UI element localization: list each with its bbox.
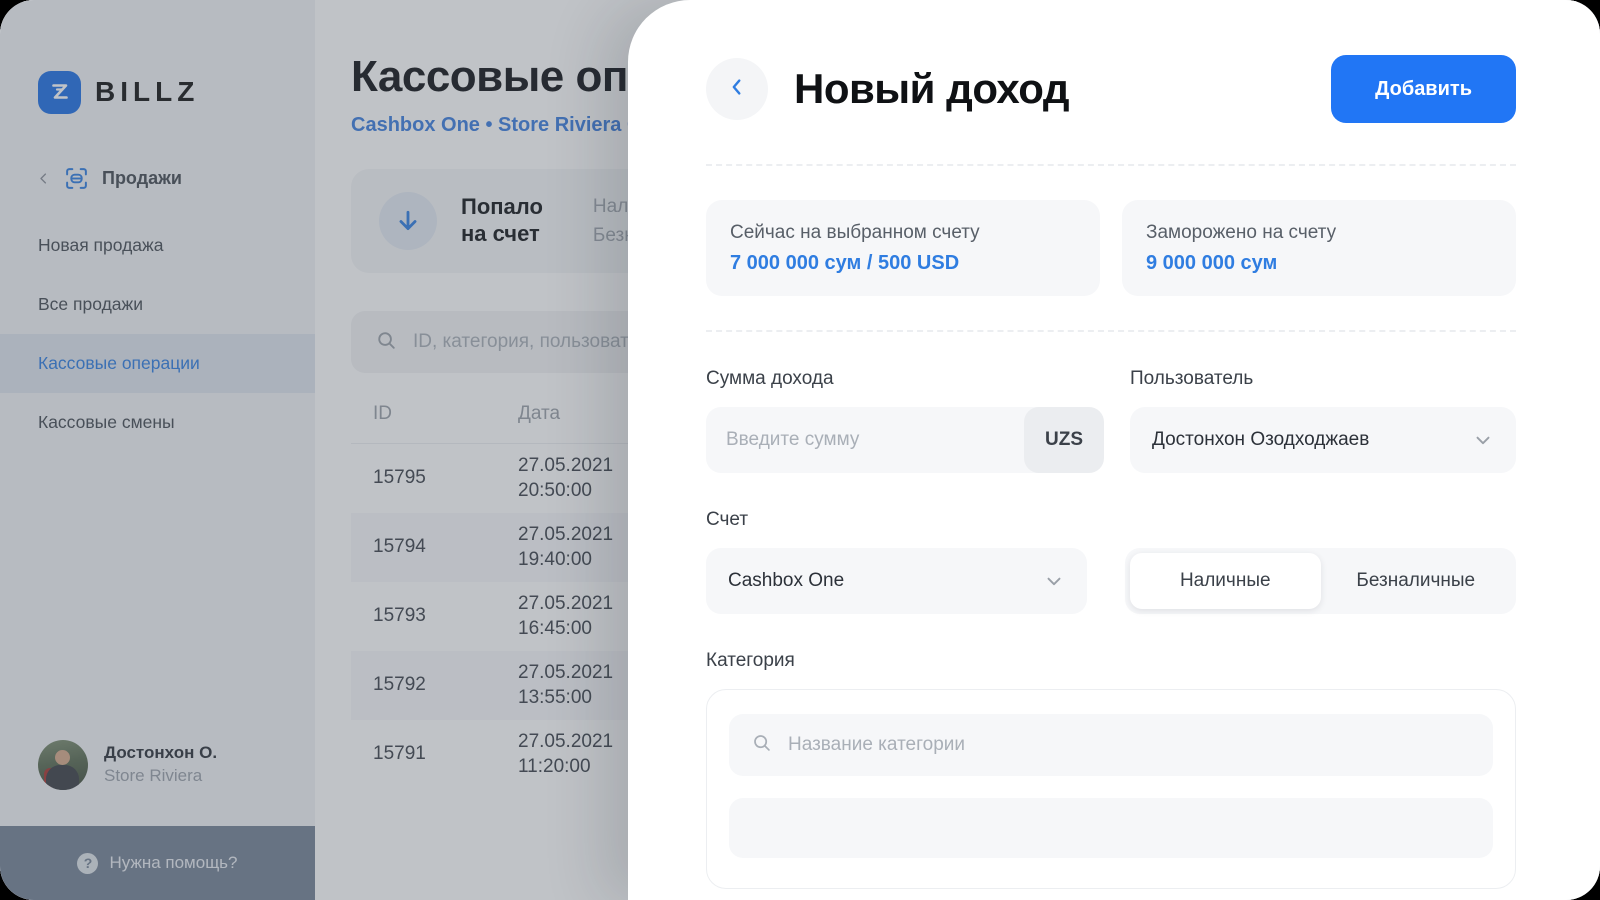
cell-date-time: 16:45:00 (518, 617, 592, 639)
search-placeholder: ID, категория, пользователь (413, 331, 660, 352)
payment-type-cashless[interactable]: Безналичные (1321, 553, 1512, 609)
search-icon (375, 329, 397, 356)
category-label: Категория (706, 649, 795, 671)
cell-date-time: 20:50:00 (518, 479, 592, 501)
cell-id: 15794 (373, 536, 426, 558)
summary-card-title-line1: Попало (461, 194, 543, 220)
brand-logo[interactable]: BILLZ (0, 0, 315, 130)
sidebar-group-label: Продажи (102, 167, 182, 188)
amount-input[interactable] (726, 406, 1072, 473)
cell-date-time: 13:55:00 (518, 686, 592, 708)
cell-date-day: 27.05.2021 (518, 593, 614, 615)
chevron-left-icon (726, 76, 748, 103)
sidebar-item-all-sales[interactable]: Все продажи (0, 275, 315, 334)
panel-title: Новый доход (794, 65, 1070, 112)
user-select-value: Достонхон Озодходжаев (1152, 428, 1370, 450)
sidebar-item-label: Кассовые операции (38, 353, 200, 373)
user-store: Store Riviera (104, 766, 203, 785)
chevron-down-icon (1043, 570, 1065, 592)
account-label: Счет (706, 508, 749, 530)
avatar-detail (46, 765, 79, 790)
divider-top (706, 164, 1516, 166)
field-amount: Сумма дохода UZS (706, 367, 1104, 473)
cell-date-time: 11:20:00 (518, 755, 591, 777)
question-mark-icon: ? (77, 852, 99, 874)
summary-card-title-line2: на счет (461, 221, 540, 246)
sidebar-item-label: Все продажи (38, 294, 143, 314)
balance-value: 9 000 000 сум (1146, 251, 1278, 274)
add-button[interactable]: Добавить (1331, 55, 1516, 123)
panel-header: Новый доход Добавить (706, 0, 1516, 164)
balance-label: Сейчас на выбранном счету (730, 222, 980, 243)
sidebar-item-cash-operations[interactable]: Кассовые операции (0, 334, 315, 393)
billz-logo-icon (38, 70, 81, 114)
form-row-amount-user: Сумма дохода UZS Пользователь Достонхон … (706, 368, 1516, 473)
avatar-detail (55, 750, 70, 765)
back-button[interactable] (706, 58, 768, 120)
balance-card-frozen: Заморожено на счету 9 000 000 сум (1122, 200, 1516, 296)
divider-middle (706, 329, 1516, 332)
sales-scan-icon (64, 166, 89, 191)
arrow-down-icon (379, 192, 437, 250)
chevron-down-icon (1472, 429, 1494, 451)
app-window: BILLZ Продажи Новая продажа Все продажи … (0, 0, 1600, 900)
category-search-input[interactable]: Название категории (729, 713, 1493, 776)
cell-date-day: 27.05.2021 (518, 455, 614, 477)
avatar (38, 740, 88, 790)
user-select[interactable]: Достонхон Озодходжаев (1130, 406, 1516, 473)
balance-cards: Сейчас на выбранном счету 7 000 000 сум … (706, 200, 1516, 296)
form-row-account-paytype: Cashbox One Наличные Безналичные (706, 547, 1516, 614)
chevron-left-icon[interactable] (36, 171, 51, 186)
account-select[interactable]: Cashbox One (706, 547, 1087, 614)
cell-id: 15795 (373, 467, 426, 489)
category-list-item[interactable] (729, 797, 1493, 858)
cell-date-day: 27.05.2021 (518, 662, 614, 684)
help-label: Нужна помощь? (109, 853, 238, 872)
sidebar-item-label: Кассовые смены (38, 412, 175, 432)
balance-value: 7 000 000 сум / 500 USD (730, 251, 960, 274)
category-picker: Название категории (706, 688, 1516, 889)
balance-label: Заморожено на счету (1146, 222, 1337, 243)
sidebar: BILLZ Продажи Новая продажа Все продажи … (0, 0, 315, 900)
brand-wordmark: BILLZ (95, 76, 200, 107)
sidebar-group-sales[interactable]: Продажи (0, 152, 315, 204)
new-income-panel: Новый доход Добавить Сейчас на выбранном… (628, 0, 1600, 900)
currency-selector[interactable]: UZS (1024, 406, 1104, 473)
cell-date-time: 19:40:00 (518, 548, 592, 570)
cell-id: 15791 (373, 743, 426, 765)
cell-id: 15792 (373, 674, 426, 696)
sidebar-item-new-sale[interactable]: Новая продажа (0, 216, 315, 275)
sidebar-item-cash-shifts[interactable]: Кассовые смены (0, 393, 315, 452)
search-icon (751, 732, 772, 758)
sidebar-nav: Новая продажа Все продажи Кассовые опера… (0, 216, 315, 452)
column-header-id: ID (373, 403, 392, 424)
sidebar-user-profile[interactable]: Достонхон О. Store Riviera (0, 740, 315, 826)
help-button[interactable]: ? Нужна помощь? (0, 826, 315, 900)
user-name: Достонхон О. (104, 743, 218, 763)
amount-input-wrapper: UZS (706, 406, 1104, 473)
user-label: Пользователь (1130, 367, 1254, 389)
field-user: Пользователь Достонхон Озодходжаев (1130, 368, 1516, 473)
amount-label: Сумма дохода (706, 367, 834, 389)
cell-id: 15793 (373, 605, 426, 627)
sidebar-item-label: Новая продажа (38, 235, 164, 255)
field-account: Cashbox One (706, 547, 1087, 614)
field-account-label-wrap: Счет (706, 509, 1516, 531)
account-select-value: Cashbox One (728, 569, 845, 591)
balance-card-available: Сейчас на выбранном счету 7 000 000 сум … (706, 200, 1100, 296)
category-section: Категория Название категории (706, 650, 1516, 889)
payment-type-toggle: Наличные Безналичные (1125, 547, 1516, 614)
cell-date-day: 27.05.2021 (518, 731, 614, 753)
category-search-placeholder: Название категории (788, 733, 965, 755)
payment-type-cash[interactable]: Наличные (1130, 552, 1321, 609)
cell-date-day: 27.05.2021 (518, 524, 614, 546)
